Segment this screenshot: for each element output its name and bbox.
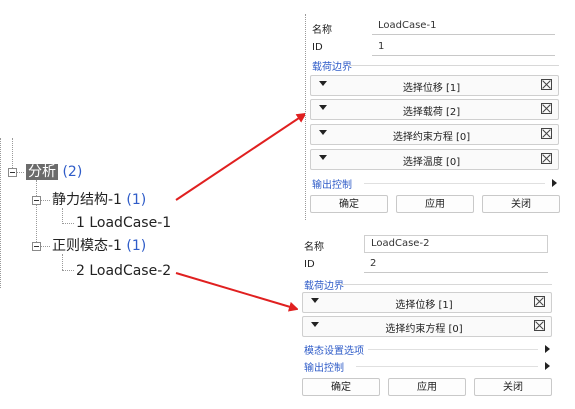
expand-arrow-icon[interactable] — [545, 345, 550, 353]
close-button[interactable]: 关闭 — [474, 378, 552, 396]
dropdown-triangle-icon[interactable] — [319, 130, 327, 135]
expand-arrow-icon[interactable] — [545, 362, 550, 370]
section-title: 输出控制 — [304, 363, 344, 374]
section-divider — [364, 183, 545, 184]
select-displacement-row[interactable]: 选择位移 [1] — [310, 75, 559, 96]
select-temperature-row[interactable]: 选择温度 [0] — [310, 149, 559, 170]
section-title: 载荷边界 — [304, 281, 344, 292]
dropdown-triangle-icon[interactable] — [319, 105, 327, 110]
section-divider — [348, 65, 559, 66]
section-title: 载荷边界 — [312, 62, 352, 73]
name-label: 名称 — [312, 25, 332, 36]
ok-button[interactable]: 确定 — [310, 195, 388, 213]
load-boundary-section: 载荷边界 — [304, 277, 552, 292]
name-row: 名称 LoadCase-1 — [312, 18, 559, 36]
apply-button[interactable]: 应用 — [396, 195, 474, 213]
action-buttons: 确定 应用 关闭 — [302, 378, 552, 397]
checkbox-x-icon[interactable] — [534, 320, 545, 331]
checkbox-x-icon[interactable] — [541, 79, 552, 90]
row-label: 选择载荷 [2] — [402, 107, 461, 118]
apply-button[interactable]: 应用 — [388, 378, 466, 396]
action-buttons: 确定 应用 关闭 — [310, 195, 560, 214]
select-constraint-equation-row[interactable]: 选择约束方程 [0] — [302, 316, 552, 337]
section-title: 输出控制 — [312, 180, 352, 191]
loadcase-1-panel: 名称 LoadCase-1 ID 1 载荷边界 选择位移 [1] 选择载荷 [2… — [305, 14, 563, 220]
id-label: ID — [312, 42, 323, 53]
row-label: 选择位移 [1] — [402, 83, 461, 94]
id-field[interactable]: 2 — [364, 256, 548, 273]
select-displacement-row[interactable]: 选择位移 [1] — [302, 292, 552, 313]
checkbox-x-icon[interactable] — [541, 103, 552, 114]
select-load-row[interactable]: 选择载荷 [2] — [310, 99, 559, 120]
name-field[interactable]: LoadCase-1 — [372, 18, 555, 35]
section-divider — [368, 349, 538, 350]
row-label: 选择约束方程 [0] — [392, 132, 471, 143]
name-field[interactable]: LoadCase-2 — [364, 235, 548, 253]
name-label: 名称 — [304, 242, 324, 253]
arrow-to-panel-1 — [175, 112, 307, 201]
id-row: ID 1 — [312, 39, 559, 57]
modal-settings-section[interactable]: 模态设置选项 — [304, 342, 552, 357]
dropdown-triangle-icon[interactable] — [311, 322, 319, 327]
row-label: 选择温度 [0] — [402, 157, 461, 168]
id-field[interactable]: 1 — [372, 39, 555, 56]
id-label: ID — [304, 259, 315, 270]
row-label: 选择位移 [1] — [395, 300, 453, 311]
name-row: 名称 LoadCase-2 — [304, 235, 552, 253]
dropdown-triangle-icon[interactable] — [319, 81, 327, 86]
row-label: 选择约束方程 [0] — [385, 324, 463, 335]
dropdown-triangle-icon[interactable] — [311, 298, 319, 303]
loadcase-2-panel: 名称 LoadCase-2 ID 2 载荷边界 选择位移 [1] 选择约束方程 … — [298, 232, 556, 402]
section-divider — [356, 366, 538, 367]
id-row: ID 2 — [304, 256, 552, 274]
arrow-to-panel-2 — [175, 272, 299, 312]
dropdown-triangle-icon[interactable] — [319, 155, 327, 160]
section-divider — [340, 284, 552, 285]
checkbox-x-icon[interactable] — [534, 296, 545, 307]
section-title: 模态设置选项 — [304, 346, 364, 357]
ok-button[interactable]: 确定 — [302, 378, 380, 396]
expand-arrow-icon[interactable] — [552, 179, 557, 187]
load-boundary-section: 载荷边界 — [312, 58, 559, 73]
checkbox-x-icon[interactable] — [541, 153, 552, 164]
close-button[interactable]: 关闭 — [482, 195, 560, 213]
output-control-section[interactable]: 输出控制 — [304, 359, 552, 374]
select-constraint-equation-row[interactable]: 选择约束方程 [0] — [310, 124, 559, 145]
checkbox-x-icon[interactable] — [541, 128, 552, 139]
output-control-section[interactable]: 输出控制 — [312, 176, 559, 191]
